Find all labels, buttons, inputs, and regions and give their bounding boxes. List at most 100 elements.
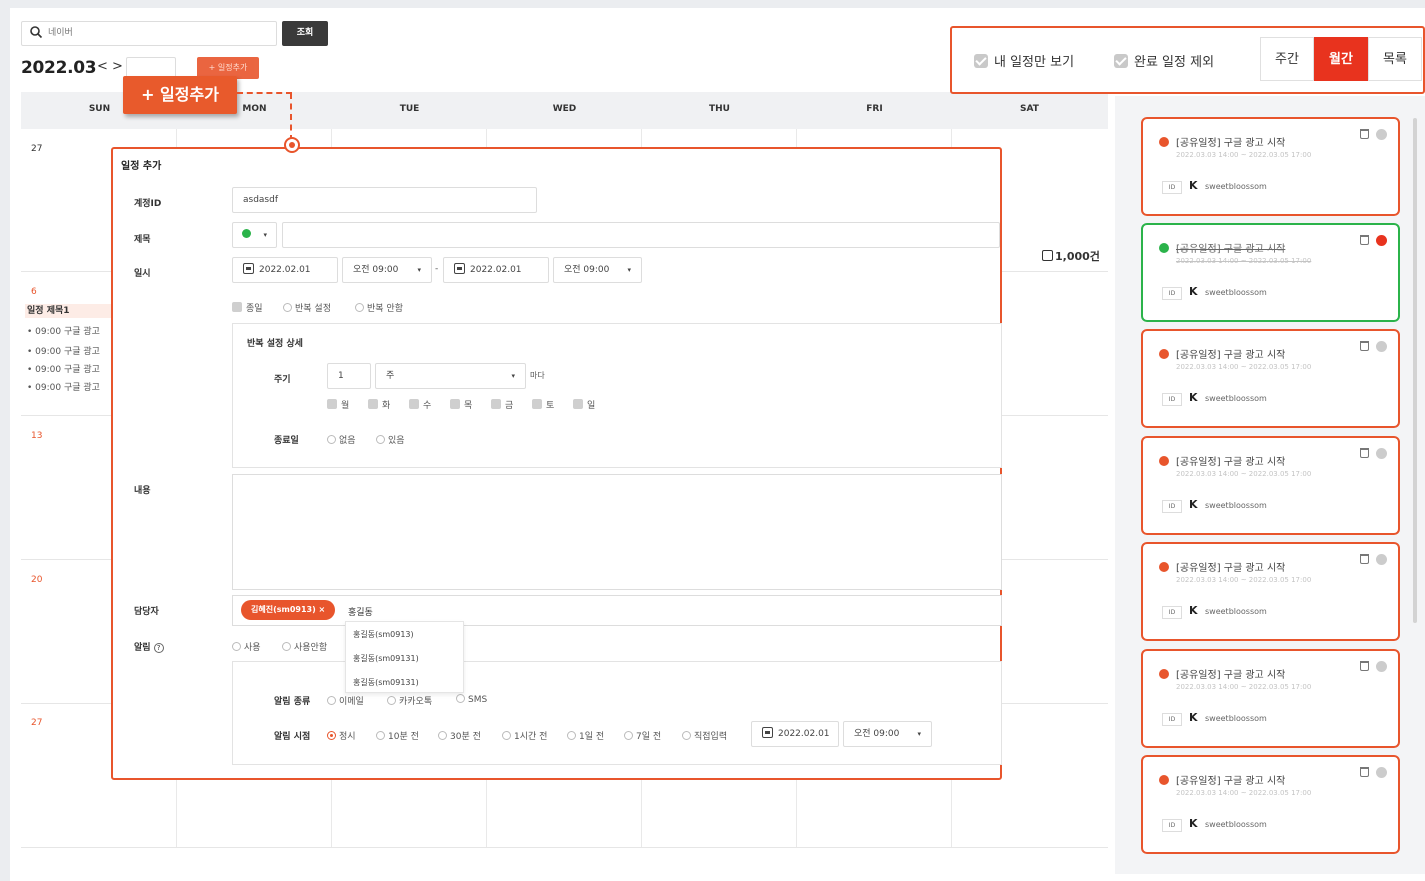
subject-input[interactable]: [282, 222, 1000, 248]
radio-icon: [232, 642, 241, 651]
alarm-time-1h-radio[interactable]: 1시간 전: [502, 729, 547, 742]
tab-list[interactable]: 목록: [1368, 37, 1422, 81]
weekday-label: 일: [587, 401, 596, 411]
content-textarea[interactable]: [232, 474, 1002, 590]
schedule-card[interactable]: [공유일정] 구글 광고 시작 2022.03.03 14:00 ~ 2022.0…: [1141, 117, 1400, 216]
pin-marker-icon: [284, 137, 300, 153]
schedule-count: 1,000건: [1042, 248, 1100, 264]
account-id-input[interactable]: asdasdf: [232, 187, 537, 213]
schedule-card-date: 2022.03.03 14:00 ~ 2022.03.05 17:00: [1176, 363, 1312, 371]
scrollbar[interactable]: [1413, 118, 1417, 623]
end-time-value: 오전 09:00: [564, 265, 610, 275]
alarm-type-label: 알림 종류: [274, 697, 311, 707]
schedule-card[interactable]: [공유일정] 구글 광고 시작 2022.03.03 14:00 ~ 2022.0…: [1141, 436, 1400, 535]
my-schedule-only-checkbox[interactable]: 내 일정만 보기: [974, 51, 1074, 70]
cycle-unit-value: 주: [386, 371, 395, 381]
assignee-tag[interactable]: 김혜진(sm0913) ×: [241, 600, 336, 620]
cycle-label: 주기: [274, 375, 291, 385]
allday-checkbox[interactable]: 종일: [232, 301, 263, 314]
alarm-type-sms-radio[interactable]: SMS: [456, 694, 487, 705]
alarm-time-custom-radio[interactable]: 직접입력: [682, 729, 727, 742]
trash-icon[interactable]: [1360, 129, 1369, 139]
alarm-time-option: 7일 전: [636, 732, 662, 742]
kakao-icon: K: [1189, 179, 1198, 192]
trash-icon[interactable]: [1360, 235, 1369, 245]
repeat-off-radio[interactable]: 반복 안함: [355, 301, 403, 314]
alarm-type-label-item: 이메일: [339, 697, 364, 707]
complete-check-icon[interactable]: [1376, 341, 1387, 352]
trash-icon[interactable]: [1360, 767, 1369, 777]
alarm-time-ontime-radio[interactable]: 정시: [327, 729, 356, 742]
alarm-date-input[interactable]: 2022.02.01: [751, 721, 839, 747]
trash-icon[interactable]: [1360, 554, 1369, 564]
trash-icon[interactable]: [1360, 661, 1369, 671]
alarm-time-10m-radio[interactable]: 10분 전: [376, 729, 419, 742]
month-nav-arrows[interactable]: < >: [97, 59, 123, 74]
trash-icon[interactable]: [1360, 448, 1369, 458]
alarm-nouse-radio[interactable]: 사용안함: [282, 640, 327, 653]
schedule-card[interactable]: [공유일정] 구글 광고 시작 2022.03.03 14:00 ~ 2022.0…: [1141, 649, 1400, 748]
end-none-radio[interactable]: 없음: [327, 433, 356, 446]
search-input[interactable]: 네이버: [21, 21, 277, 46]
weekday-checkbox-mon[interactable]: 월: [327, 398, 349, 411]
end-date-input[interactable]: 2022.02.01: [443, 257, 549, 283]
id-badge: ID: [1162, 181, 1182, 194]
end-time-select[interactable]: 오전 09:00 ▾: [553, 257, 642, 283]
allday-label: 종일: [246, 304, 263, 314]
weekday-checkbox-tue[interactable]: 화: [368, 398, 390, 411]
color-select[interactable]: ▾: [232, 222, 277, 248]
weekday-checkbox-sun[interactable]: 일: [573, 398, 595, 411]
schedule-card[interactable]: [공유일정] 구글 광고 시작 2022.03.03 14:00 ~ 2022.0…: [1141, 329, 1400, 428]
repeat-on-radio[interactable]: 반복 설정: [283, 301, 331, 314]
repeat-on-label: 반복 설정: [295, 304, 331, 314]
weekday-tue: TUE: [399, 104, 420, 114]
complete-check-icon[interactable]: [1376, 767, 1387, 778]
start-time-select[interactable]: 오전 09:00 ▾: [342, 257, 432, 283]
event-item[interactable]: • 09:00 구글 광고: [27, 344, 100, 357]
exclude-done-checkbox[interactable]: 완료 일정 제외: [1114, 51, 1214, 70]
event-item[interactable]: • 09:00 구글 광고: [27, 324, 100, 337]
help-icon[interactable]: ?: [153, 643, 164, 653]
start-date-input[interactable]: 2022.02.01: [232, 257, 338, 283]
radio-icon: [327, 435, 336, 444]
grid-line: [21, 847, 1108, 848]
cycle-number-input[interactable]: 1: [327, 363, 371, 389]
tab-weekly[interactable]: 주간: [1260, 37, 1314, 81]
weekday-checkbox-fri[interactable]: 금: [491, 398, 513, 411]
complete-check-icon[interactable]: [1376, 235, 1387, 246]
alarm-use-radio[interactable]: 사용: [232, 640, 261, 653]
event-item[interactable]: • 09:00 구글 광고: [27, 380, 100, 393]
alarm-nouse-label: 사용안함: [294, 643, 328, 653]
weekday-checkbox-sat[interactable]: 토: [532, 398, 554, 411]
event-title[interactable]: 일정 제목1: [25, 304, 111, 318]
alarm-type-email-radio[interactable]: 이메일: [327, 694, 364, 707]
event-item[interactable]: • 09:00 구글 광고: [27, 362, 100, 375]
alarm-time-1d-radio[interactable]: 1일 전: [567, 729, 604, 742]
complete-check-icon[interactable]: [1376, 129, 1387, 140]
schedule-card[interactable]: [공유일정] 구글 광고 시작 2022.03.03 14:00 ~ 2022.0…: [1141, 755, 1400, 854]
schedule-card[interactable]: [공유일정] 구글 광고 시작 2022.03.03 14:00 ~ 2022.0…: [1141, 223, 1400, 322]
schedule-card-user: sweetbloossom: [1205, 820, 1267, 829]
weekday-checkbox-thu[interactable]: 목: [450, 398, 472, 411]
day-number: 27: [31, 144, 43, 154]
alarm-time-7d-radio[interactable]: 7일 전: [624, 729, 661, 742]
complete-check-icon[interactable]: [1376, 448, 1387, 459]
schedule-card[interactable]: [공유일정] 구글 광고 시작 2022.03.03 14:00 ~ 2022.0…: [1141, 542, 1400, 641]
add-schedule-button[interactable]: + 일정추가: [123, 76, 237, 114]
cycle-suffix: 마다: [530, 371, 545, 380]
suggestion-item[interactable]: 홍길동(sm09131): [353, 677, 419, 688]
trash-icon[interactable]: [1360, 341, 1369, 351]
weekday-checkbox-wed[interactable]: 수: [409, 398, 431, 411]
tab-monthly[interactable]: 월간: [1314, 37, 1368, 81]
suggestion-item[interactable]: 홍길동(sm09131): [353, 653, 419, 664]
alarm-type-kakao-radio[interactable]: 카카오톡: [387, 694, 432, 707]
search-button[interactable]: 조회: [282, 21, 328, 46]
complete-check-icon[interactable]: [1376, 554, 1387, 565]
end-some-radio[interactable]: 있음: [376, 433, 405, 446]
cycle-unit-select[interactable]: 주 ▾: [375, 363, 526, 389]
complete-check-icon[interactable]: [1376, 661, 1387, 672]
alarm-time-select[interactable]: 오전 09:00 ▾: [843, 721, 932, 747]
alarm-time-30m-radio[interactable]: 30분 전: [438, 729, 481, 742]
suggestion-item[interactable]: 홍길동(sm0913): [353, 629, 414, 640]
day-number: 27: [31, 718, 43, 728]
